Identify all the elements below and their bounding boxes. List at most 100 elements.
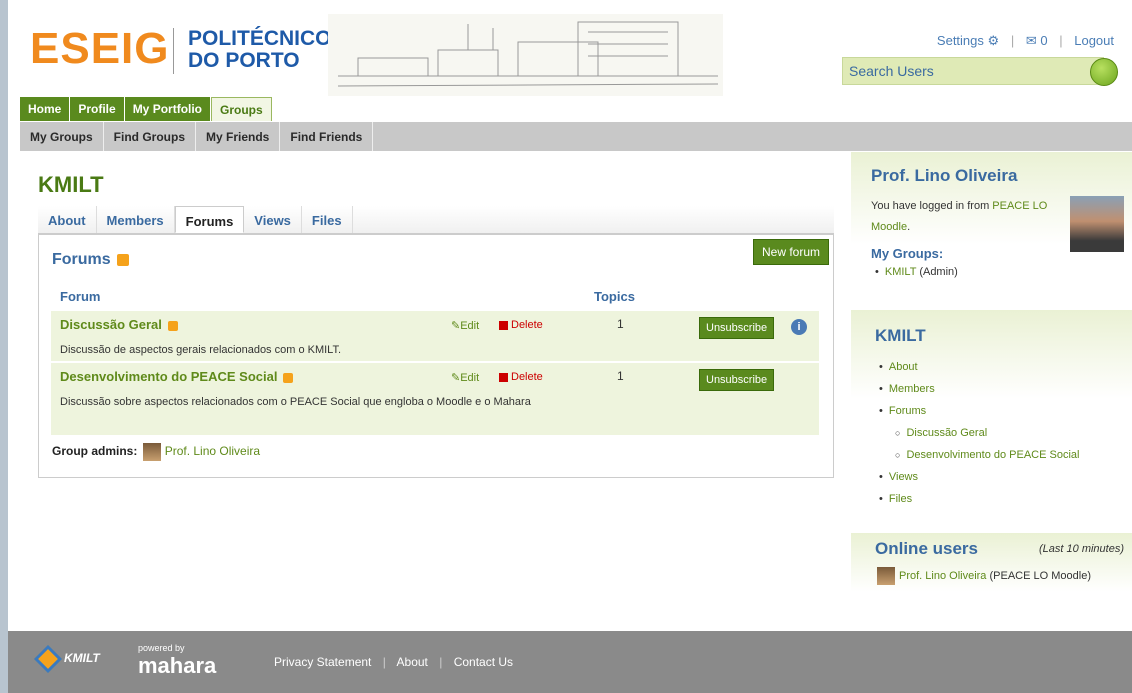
avatar[interactable]: [877, 567, 895, 586]
forum-description: Discussão de aspectos gerais relacionado…: [60, 344, 342, 356]
column-header-forum: Forum: [60, 289, 101, 304]
group-links-list: About Members Forums Discussão Geral Des…: [875, 356, 1108, 510]
footer: KMILT powered by mahara Privacy Statemen…: [8, 631, 1132, 693]
logout-link[interactable]: Logout: [1074, 33, 1114, 48]
mahara-logo[interactable]: powered by mahara: [138, 643, 216, 679]
unsubscribe-button[interactable]: Unsubscribe: [699, 369, 775, 391]
avatar[interactable]: [142, 443, 161, 461]
nav-profile[interactable]: Profile: [70, 97, 125, 121]
forums-panel: New forum Forums Forum Topics Discussão …: [38, 234, 834, 478]
contact-us-link[interactable]: Contact Us: [454, 655, 513, 669]
group-block-title: KMILT: [875, 326, 926, 345]
rss-icon[interactable]: [167, 320, 178, 331]
admin-link[interactable]: Prof. Lino Oliveira: [165, 444, 260, 458]
ipp-logo-line2: DO PORTO: [188, 49, 300, 72]
rss-icon[interactable]: [116, 253, 129, 266]
online-users-block: Online users (Last 10 minutes) Prof. Lin…: [851, 533, 1132, 631]
new-forum-button[interactable]: New forum: [752, 239, 829, 265]
gear-icon[interactable]: ⚙: [988, 33, 1000, 48]
list-item: Forums: [879, 400, 1108, 422]
powered-by-text: powered by: [138, 643, 185, 653]
forum-row: Desenvolvimento do PEACE Social Discussã…: [51, 363, 819, 435]
sidebar-item-forums[interactable]: Forums: [889, 405, 926, 417]
topics-count: 1: [617, 317, 624, 331]
profile-name[interactable]: Prof. Lino Oliveira: [871, 166, 1112, 186]
edit-link[interactable]: ✎Edit: [451, 371, 479, 384]
delete-link[interactable]: Delete: [499, 371, 543, 383]
eseig-logo[interactable]: ESEIG: [30, 24, 170, 74]
subnav-find-friends[interactable]: Find Friends: [280, 122, 374, 151]
online-user-link[interactable]: Prof. Lino Oliveira: [899, 570, 986, 582]
topics-count: 1: [617, 369, 624, 383]
logo-divider: [173, 28, 174, 74]
forum-row: Discussão Geral Discussão de aspectos ge…: [51, 311, 819, 361]
sidebar-item-views[interactable]: Views: [889, 471, 918, 483]
search-icon[interactable]: [1090, 58, 1118, 86]
list-item: Discussão Geral: [879, 422, 1108, 444]
footer-sep: |: [382, 655, 386, 669]
subnav-my-friends[interactable]: My Friends: [196, 122, 281, 151]
tab-files[interactable]: Files: [302, 206, 353, 233]
list-item: Members: [879, 378, 1108, 400]
settings-link[interactable]: Settings: [937, 33, 984, 48]
sidebar-item-forum-geral[interactable]: Discussão Geral: [906, 427, 987, 439]
messages-count[interactable]: 0: [1040, 33, 1047, 48]
ipp-logo-line1: POLITÉCNICO: [188, 27, 332, 50]
profile-block: Prof. Lino Oliveira You have logged in f…: [851, 152, 1132, 306]
login-text: You have logged in from: [871, 200, 990, 212]
ipp-logo: POLITÉCNICO DO PORTO: [188, 28, 332, 72]
list-item: Desenvolvimento do PEACE Social: [879, 444, 1108, 466]
main-nav: Home Profile My Portfolio Groups: [20, 97, 272, 121]
group-tabs: About Members Forums Views Files: [38, 206, 834, 234]
list-item: Views: [879, 466, 1108, 488]
page-title: KMILT: [38, 172, 104, 197]
forum-link[interactable]: Desenvolvimento do PEACE Social: [60, 369, 277, 384]
header-sep: |: [1010, 33, 1015, 48]
profile-photo[interactable]: [1070, 196, 1124, 252]
forum-description: Discussão sobre aspectos relacionados co…: [60, 396, 531, 408]
tab-views[interactable]: Views: [244, 206, 302, 233]
login-info: You have logged in from PEACE LO Moodle.: [871, 200, 1048, 233]
my-group-role: (Admin): [919, 266, 958, 278]
delete-icon: [499, 320, 508, 330]
group-admins-label: Group admins:: [52, 444, 138, 459]
my-group-link[interactable]: KMILT: [885, 266, 916, 278]
about-link[interactable]: About: [397, 655, 428, 669]
column-header-topics: Topics: [594, 289, 635, 304]
online-user: Prof. Lino Oliveira (PEACE LO Moodle): [875, 565, 1108, 587]
sidebar-item-forum-peace[interactable]: Desenvolvimento do PEACE Social: [906, 449, 1079, 461]
edit-label: Edit: [460, 372, 480, 384]
kmilt-logo[interactable]: KMILT: [33, 644, 100, 674]
tab-about[interactable]: About: [38, 206, 97, 233]
delete-label: Delete: [511, 371, 543, 383]
edit-link[interactable]: ✎Edit: [451, 319, 479, 332]
online-period: (Last 10 minutes): [1039, 543, 1124, 555]
kmilt-diamond-icon: [33, 644, 63, 674]
subnav-my-groups[interactable]: My Groups: [20, 122, 104, 151]
footer-links: Privacy Statement | About | Contact Us: [274, 655, 513, 669]
sidebar-item-members[interactable]: Members: [889, 383, 935, 395]
unsubscribe-button[interactable]: Unsubscribe: [699, 317, 775, 339]
info-icon[interactable]: i: [791, 319, 807, 335]
footer-sep: |: [439, 655, 443, 669]
search-users-input[interactable]: Search Users: [842, 57, 1104, 85]
page: ESEIG POLITÉCNICO DO PORTO Settings ⚙ | …: [8, 0, 1132, 693]
privacy-statement-link[interactable]: Privacy Statement: [274, 655, 371, 669]
sub-nav: My Groups Find Groups My Friends Find Fr…: [20, 122, 1132, 151]
tab-members[interactable]: Members: [97, 206, 175, 233]
forum-link[interactable]: Discussão Geral: [60, 317, 162, 332]
nav-groups[interactable]: Groups: [211, 97, 272, 121]
envelope-icon[interactable]: ✉: [1026, 33, 1037, 48]
nav-home[interactable]: Home: [20, 97, 71, 121]
nav-my-portfolio[interactable]: My Portfolio: [124, 97, 212, 121]
tab-forums[interactable]: Forums: [174, 206, 245, 233]
sidebar-item-about[interactable]: About: [889, 361, 918, 373]
rss-icon[interactable]: [283, 372, 294, 383]
edit-label: Edit: [460, 320, 480, 332]
building-sketch-image: [328, 14, 723, 96]
list-item: KMILT (Admin): [875, 261, 1112, 283]
pencil-icon: ✎: [451, 320, 461, 332]
sidebar-item-files[interactable]: Files: [889, 493, 912, 505]
delete-link[interactable]: Delete: [499, 319, 543, 331]
subnav-find-groups[interactable]: Find Groups: [104, 122, 196, 151]
